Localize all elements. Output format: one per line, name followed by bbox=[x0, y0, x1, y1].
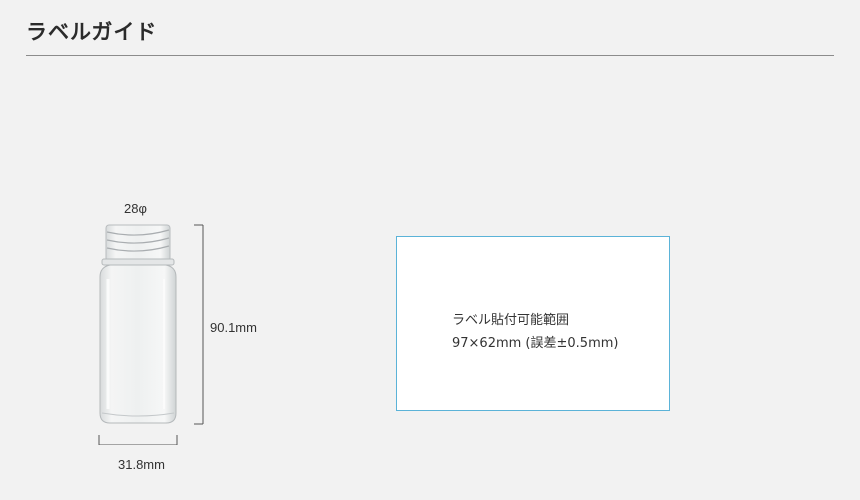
bottle-body bbox=[99, 264, 177, 424]
label-area-size: 97×62mm (誤差±0.5mm) bbox=[452, 336, 619, 351]
label-area-title: ラベル貼付可能範囲 bbox=[452, 313, 570, 328]
bottle-neck bbox=[101, 224, 175, 266]
height-dimension-line bbox=[194, 224, 204, 425]
neck-diameter-label: 28φ bbox=[124, 201, 147, 216]
height-label: 90.1mm bbox=[210, 320, 257, 335]
width-dimension-line bbox=[98, 435, 178, 445]
label-area-box: ラベル貼付可能範囲 97×62mm (誤差±0.5mm) bbox=[396, 236, 670, 411]
title-divider bbox=[26, 55, 834, 56]
bottle-illustration bbox=[98, 224, 204, 445]
page-title: ラベルガイド bbox=[26, 20, 158, 44]
width-label: 31.8mm bbox=[118, 457, 165, 472]
